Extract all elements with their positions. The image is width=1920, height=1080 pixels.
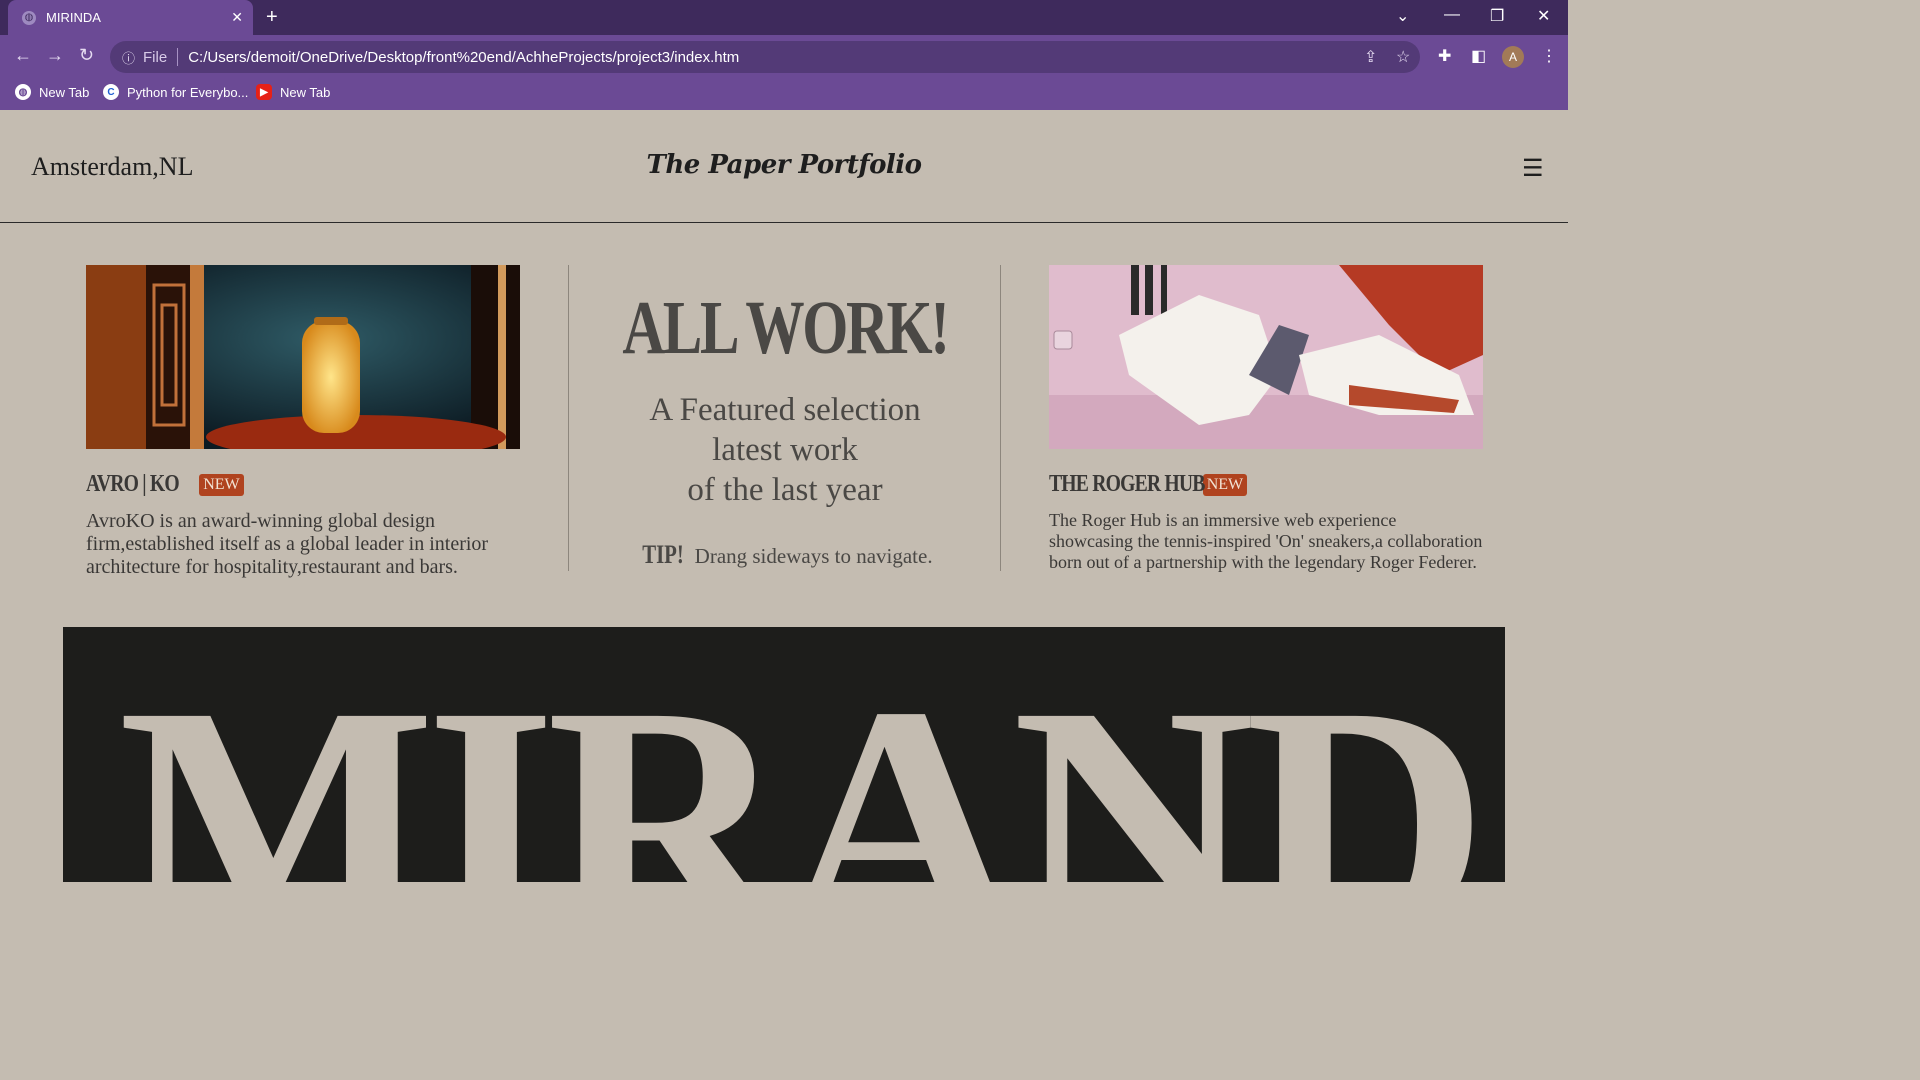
back-button[interactable]: ← [14, 45, 32, 66]
scheme-label: File [143, 48, 168, 66]
side-panel-icon[interactable]: ◧ [1471, 46, 1486, 66]
bookmark-label: New Tab [39, 84, 90, 100]
new-badge: NEW [199, 473, 244, 496]
bookmarks-bar: ◍ New Tab C Python for Everybo... ▶ New … [0, 77, 1568, 110]
share-icon[interactable]: ⇪ [1364, 47, 1377, 67]
hero-banner: MIRANDA [63, 627, 1505, 882]
reload-button[interactable]: ↻ [79, 45, 94, 66]
tip-text: TIP! Drang sideways to navigate. [570, 540, 1000, 570]
forward-button[interactable]: → [46, 45, 64, 66]
project-card-rogerhub[interactable]: THE ROGER HUB NEW The Roger Hub is an im… [1049, 265, 1483, 573]
new-badge: NEW [1202, 473, 1248, 496]
avatar[interactable]: A [1502, 46, 1524, 68]
bookmark-item[interactable]: ▶ New Tab [256, 84, 330, 100]
project-title[interactable]: AVRO | KO [86, 471, 180, 498]
url-text[interactable]: C:/Users/demoit/OneDrive/Desktop/front%2… [188, 49, 739, 66]
tip-label: TIP! [642, 540, 685, 569]
info-icon[interactable]: ⓘ [122, 48, 135, 67]
new-tab-button[interactable]: + [266, 6, 278, 28]
project-title-row: THE ROGER HUB NEW [1049, 471, 1483, 498]
site-logo[interactable]: The Paper Portfolio [0, 150, 1568, 180]
column-divider [1000, 265, 1001, 571]
minimize-button[interactable]: — [1444, 6, 1460, 24]
featured-line: of the last year [687, 472, 883, 508]
globe-icon: ◍ [22, 10, 36, 25]
hamburger-icon[interactable]: ☰ [1522, 154, 1544, 183]
project-image-lantern[interactable] [86, 265, 520, 449]
address-bar[interactable]: ⓘ File C:/Users/demoit/OneDrive/Desktop/… [110, 41, 1420, 73]
omnibox-separator [177, 48, 179, 66]
project-title-row: AVRO | KO NEW [86, 471, 520, 498]
site-header: Amsterdam,NL The Paper Portfolio ☰ [0, 110, 1568, 223]
project-image-sneakers[interactable] [1049, 265, 1483, 449]
featured-line: A Featured selection [649, 392, 921, 428]
tab-strip: ◍ MIRINDA ✕ + ⌄ — ❐ ✕ [0, 0, 1568, 35]
star-icon[interactable]: ☆ [1396, 47, 1410, 67]
extensions-icon[interactable]: ✚ [1438, 46, 1451, 66]
youtube-icon: ▶ [256, 84, 272, 100]
bookmark-label: Python for Everybo... [127, 84, 249, 100]
column-divider [568, 265, 569, 571]
bookmark-item[interactable]: C Python for Everybo... [103, 84, 248, 100]
page-heading: ALL WORK! [622, 286, 950, 370]
featured-intro: ALL WORK! A Featured selection latest wo… [570, 285, 1000, 570]
project-title[interactable]: THE ROGER HUB [1049, 471, 1205, 498]
kebab-menu-icon[interactable]: ⋮ [1541, 46, 1557, 66]
coursera-icon: C [103, 84, 119, 100]
project-card-avroko[interactable]: AVRO | KO NEW AvroKO is an award-winning… [86, 265, 520, 579]
page: Amsterdam,NL The Paper Portfolio ☰ AVRO … [0, 110, 1568, 882]
close-tab-icon[interactable]: ✕ [231, 9, 243, 26]
project-description: AvroKO is an award-winning global design… [86, 510, 489, 578]
chevron-down-icon[interactable]: ⌄ [1396, 6, 1409, 26]
project-description: The Roger Hub is an immersive web experi… [1049, 510, 1483, 572]
restore-button[interactable]: ❐ [1490, 6, 1504, 26]
globe-icon: ◍ [15, 84, 31, 100]
tip-body: Drang sideways to navigate. [694, 544, 933, 568]
bookmark-item[interactable]: ◍ New Tab [15, 84, 89, 100]
bookmark-label: New Tab [280, 84, 331, 100]
featured-line: latest work [712, 432, 858, 468]
close-window-button[interactable]: ✕ [1537, 6, 1550, 26]
browser-tab[interactable]: ◍ MIRINDA ✕ [8, 0, 253, 35]
tab-title: MIRINDA [46, 10, 101, 25]
hero-wordmark: MIRANDA [118, 639, 1505, 883]
